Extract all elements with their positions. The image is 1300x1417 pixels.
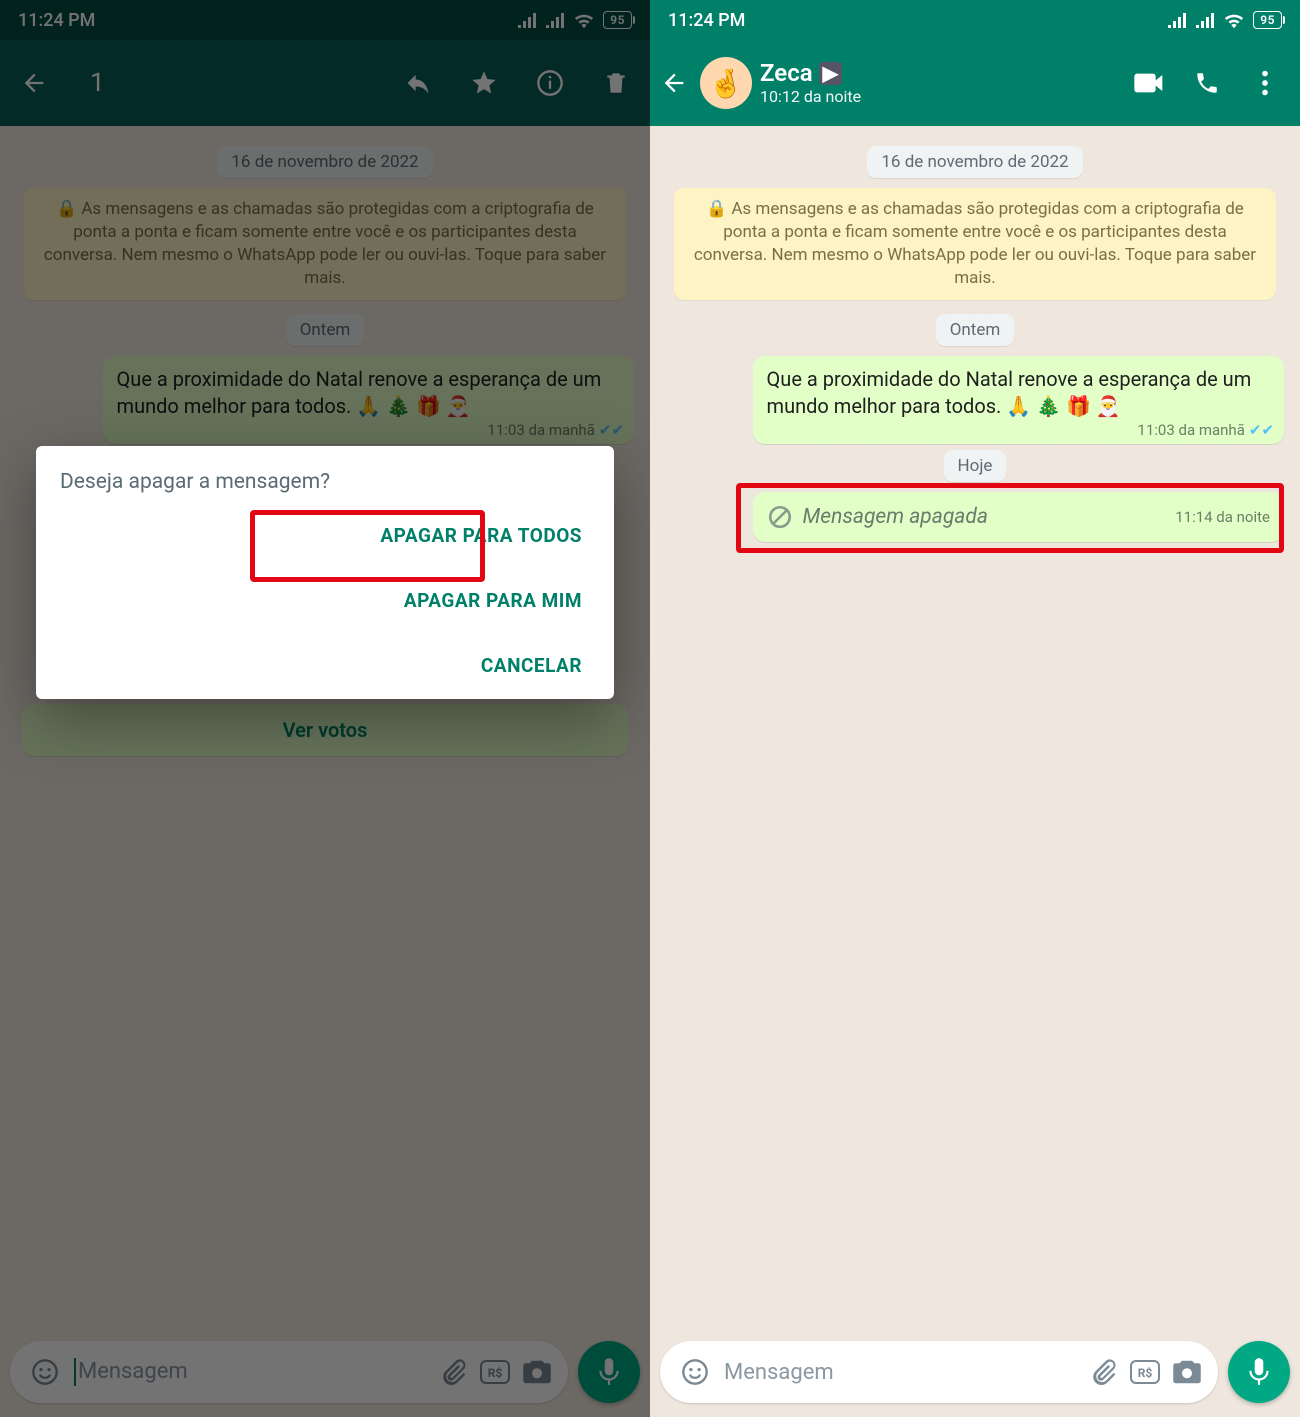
emoji-icon[interactable] <box>674 1358 716 1386</box>
message-bubble-outgoing[interactable]: Que a proximidade do Natal renove a espe… <box>753 356 1284 444</box>
signal-2-icon <box>1195 12 1215 28</box>
video-badge-icon: ▶ <box>819 62 842 85</box>
video-call-button[interactable] <box>1124 71 1174 95</box>
mic-button[interactable] <box>1228 1341 1290 1403</box>
signal-1-icon <box>1167 12 1187 28</box>
status-time: 11:24 PM <box>668 10 745 31</box>
wifi-icon <box>1223 11 1245 29</box>
chat-area: 16 de novembro de 2022 🔒As mensagens e a… <box>650 126 1300 1417</box>
chat-toolbar: 🤞 Zeca ▶ 10:12 da noite <box>650 40 1300 126</box>
camera-icon[interactable] <box>1166 1359 1208 1385</box>
contact-last-seen: 10:12 da noite <box>760 88 1116 106</box>
date-chip: 16 de novembro de 2022 <box>867 146 1082 178</box>
message-text: Que a proximidade do Natal renove a espe… <box>767 367 1252 418</box>
contact-header[interactable]: Zeca ▶ 10:12 da noite <box>760 60 1116 106</box>
dialog-title: Deseja apagar a mensagem? <box>60 470 590 494</box>
delete-dialog: Deseja apagar a mensagem? APAGAR PARA TO… <box>36 446 614 699</box>
deleted-message-text: Mensagem apagada <box>803 505 988 529</box>
input-placeholder: Mensagem <box>716 1360 1082 1385</box>
message-time: 11:14 da noite <box>1163 508 1270 526</box>
deleted-message-bubble[interactable]: Mensagem apagada 11:14 da noite <box>753 492 1284 542</box>
date-chip: Hoje <box>944 450 1007 482</box>
encryption-note[interactable]: 🔒As mensagens e as chamadas são protegid… <box>674 188 1276 300</box>
avatar[interactable]: 🤞 <box>700 57 752 109</box>
payment-icon[interactable]: R$ <box>1124 1360 1166 1384</box>
contact-name: Zeca <box>760 60 813 88</box>
lock-icon: 🔒 <box>706 199 727 219</box>
message-input[interactable]: Mensagem R$ <box>660 1341 1218 1403</box>
delete-for-everyone-button[interactable]: APAGAR PARA TODOS <box>372 520 590 551</box>
status-icons: 95 <box>1167 11 1282 29</box>
status-bar: 11:24 PM 95 <box>650 0 1300 40</box>
svg-text:R$: R$ <box>1138 1366 1153 1380</box>
battery-icon: 95 <box>1253 11 1282 29</box>
phone-left: 11:24 PM 95 1 16 de novembro de 2022 🔒As… <box>0 0 650 1417</box>
date-chip: Ontem <box>936 314 1015 346</box>
message-time: 11:03 da manhã <box>1137 420 1244 440</box>
back-button[interactable] <box>656 69 692 97</box>
read-ticks-icon: ✔✔ <box>1249 420 1274 440</box>
input-row: Mensagem R$ <box>650 1331 1300 1417</box>
attach-icon[interactable] <box>1082 1358 1124 1386</box>
block-icon <box>767 504 793 530</box>
more-menu-button[interactable] <box>1240 70 1290 96</box>
cancel-button[interactable]: CANCELAR <box>473 650 590 681</box>
modal-backdrop[interactable] <box>0 0 650 1417</box>
voice-call-button[interactable] <box>1182 70 1232 96</box>
phone-right: 11:24 PM 95 🤞 Zeca ▶ 10:12 da noite 16 de… <box>650 0 1300 1417</box>
delete-for-me-button[interactable]: APAGAR PARA MIM <box>396 585 590 616</box>
